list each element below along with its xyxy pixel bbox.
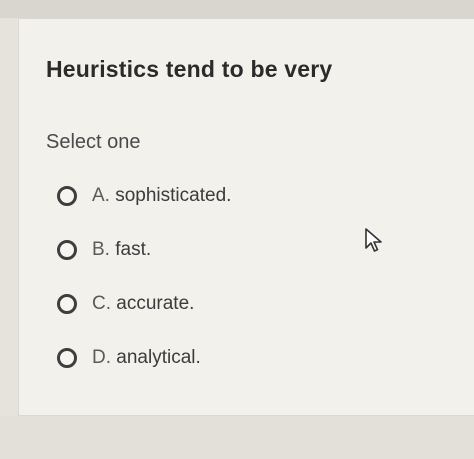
option-b-label: fast. <box>115 239 152 260</box>
option-b[interactable]: B. fast. <box>57 235 151 265</box>
bottom-edge <box>0 416 474 459</box>
question-card: Heuristics tend to be very Select one A.… <box>18 18 474 416</box>
top-edge <box>0 0 474 18</box>
option-d-text: D. analytical. <box>92 347 201 369</box>
option-b-letter: B. <box>92 239 110 260</box>
option-a-label: sophisticated. <box>115 185 232 206</box>
option-c[interactable]: C. accurate. <box>57 289 194 319</box>
option-c-letter: C. <box>92 293 111 314</box>
mouse-pointer-icon <box>365 228 382 252</box>
option-a-text: A. sophisticated. <box>92 185 231 207</box>
option-a-letter: A. <box>92 185 110 206</box>
option-b-text: B. fast. <box>92 239 151 261</box>
question-text: Heuristics tend to be very <box>46 56 333 82</box>
radio-unselected-icon[interactable] <box>57 240 77 260</box>
radio-unselected-icon[interactable] <box>57 348 77 368</box>
option-d-label: analytical. <box>116 347 201 368</box>
option-c-text: C. accurate. <box>92 293 194 315</box>
option-a[interactable]: A. sophisticated. <box>57 181 231 211</box>
option-d[interactable]: D. analytical. <box>57 343 201 373</box>
option-d-letter: D. <box>92 347 111 368</box>
radio-unselected-icon[interactable] <box>57 186 77 206</box>
option-c-label: accurate. <box>116 293 195 314</box>
radio-unselected-icon[interactable] <box>57 294 77 314</box>
select-one-instruction: Select one <box>46 131 141 153</box>
